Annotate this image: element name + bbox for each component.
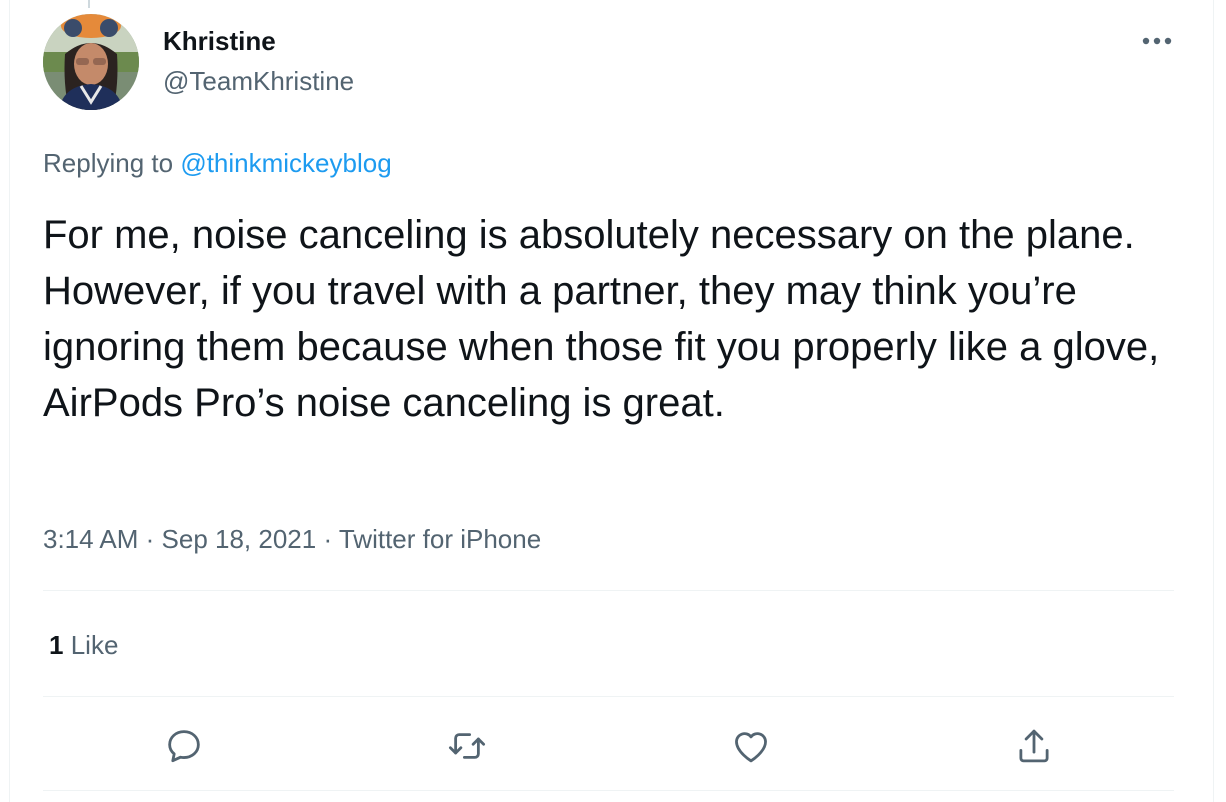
heart-icon: [735, 732, 767, 763]
tweet-text: For me, noise canceling is absolutely ne…: [43, 213, 1160, 425]
more-options-button[interactable]: [1134, 26, 1180, 56]
like-label: Like: [70, 630, 119, 660]
author-display-name[interactable]: Khristine: [163, 24, 276, 58]
divider: [43, 790, 1174, 791]
like-count: 1: [49, 630, 64, 660]
reply-context: Replying to @thinkmickeyblog: [43, 146, 392, 180]
avatar[interactable]: [43, 14, 139, 110]
reply-button[interactable]: [160, 722, 208, 770]
more-horizontal-icon: [1142, 37, 1172, 45]
tweet-source[interactable]: Twitter for iPhone: [339, 524, 541, 554]
tweet-date[interactable]: Sep 18, 2021: [162, 524, 317, 554]
tweet-metadata: 3:14 AM · Sep 18, 2021 · Twitter for iPh…: [43, 522, 541, 556]
meta-separator: ·: [316, 524, 339, 554]
like-button[interactable]: [727, 722, 775, 770]
thread-connector-line: [88, 0, 90, 8]
share-button[interactable]: [1010, 722, 1058, 770]
tweet-time[interactable]: 3:14 AM: [43, 524, 138, 554]
profile-photo: [43, 14, 139, 110]
reply-mention-link[interactable]: @thinkmickeyblog: [180, 148, 391, 178]
reply-icon: [168, 730, 200, 763]
divider: [43, 590, 1174, 591]
reply-context-prefix: Replying to: [43, 148, 174, 178]
share-icon: [1019, 729, 1049, 763]
divider: [43, 696, 1174, 697]
meta-separator: ·: [138, 524, 162, 554]
retweet-button[interactable]: [443, 722, 491, 770]
likes-count-link[interactable]: 1 Like: [49, 628, 118, 662]
author-handle[interactable]: @TeamKhristine: [163, 64, 354, 98]
retweet-icon: [448, 733, 486, 759]
